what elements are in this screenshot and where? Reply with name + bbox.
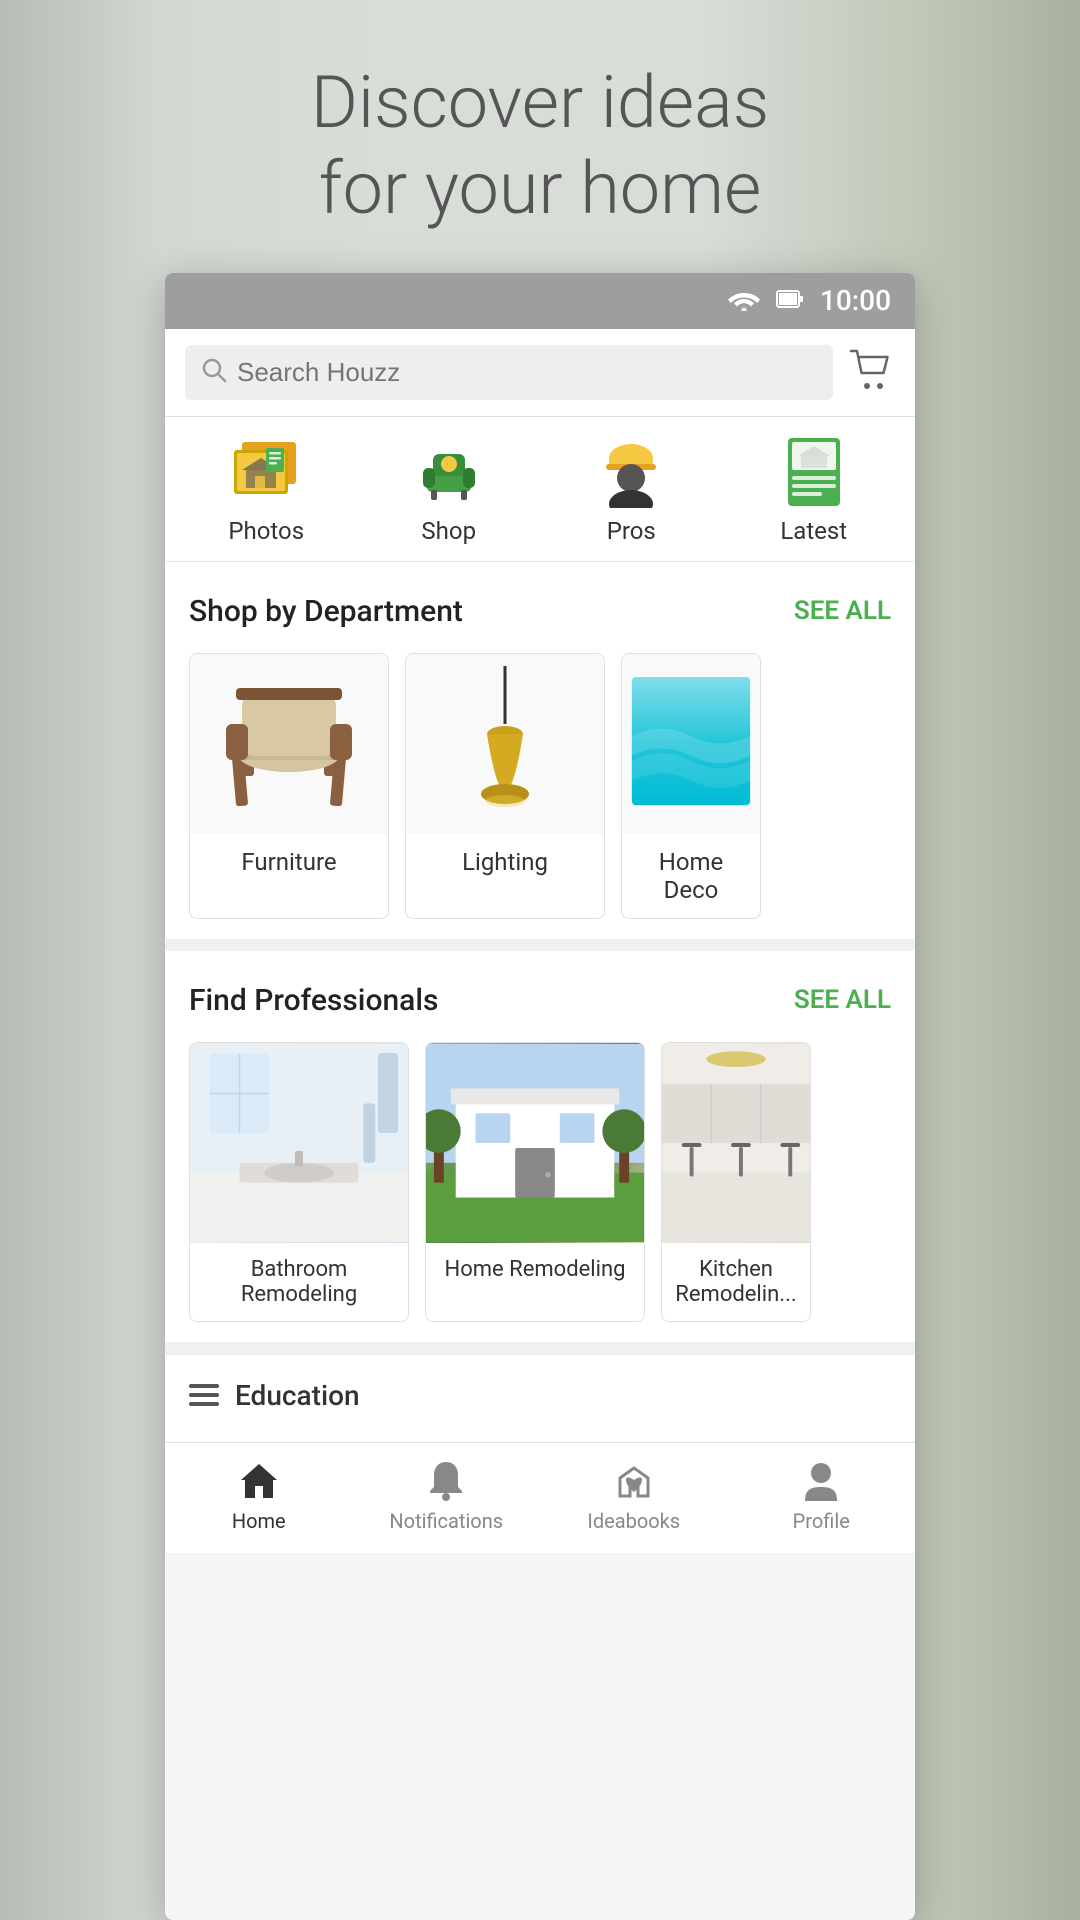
battery-icon bbox=[776, 288, 804, 314]
discover-title: Discover ideas for your home bbox=[311, 60, 770, 233]
search-area bbox=[165, 329, 915, 417]
home-svg bbox=[426, 1043, 644, 1243]
prof-card-home-label: Home Remodeling bbox=[426, 1243, 644, 1296]
main-content: Shop by Department SEE ALL bbox=[165, 562, 915, 1442]
kitchen-image bbox=[662, 1043, 810, 1243]
wifi-icon bbox=[728, 287, 760, 315]
app-container: 10:00 bbox=[165, 273, 915, 1920]
shop-by-dept-section: Shop by Department SEE ALL bbox=[165, 562, 915, 939]
prof-cards: Bathroom Remodeling bbox=[189, 1042, 891, 1322]
partial-education-section: Education bbox=[165, 1354, 915, 1422]
bottom-nav-home[interactable]: Home bbox=[165, 1459, 353, 1533]
section-divider-1 bbox=[165, 939, 915, 951]
status-bar: 10:00 bbox=[165, 273, 915, 329]
bottom-nav-notifications-label: Notifications bbox=[389, 1509, 503, 1533]
search-input-wrap[interactable] bbox=[185, 345, 833, 400]
partial-section-title: Education bbox=[235, 1379, 360, 1412]
nav-icon-shop[interactable]: Shop bbox=[358, 437, 541, 545]
home-remodeling-image bbox=[426, 1043, 644, 1243]
bathroom-svg bbox=[190, 1043, 408, 1243]
search-input[interactable] bbox=[237, 357, 817, 388]
bottom-nav: Home Notifications Ideabooks bbox=[165, 1442, 915, 1553]
shop-icon bbox=[411, 438, 487, 506]
find-pros-section: Find Professionals SEE ALL bbox=[165, 951, 915, 1342]
bottom-nav-home-label: Home bbox=[232, 1509, 286, 1533]
dept-card-furniture[interactable]: Furniture bbox=[189, 653, 389, 919]
lighting-lamp-svg bbox=[420, 666, 590, 821]
nav-icon-pros-label: Pros bbox=[607, 517, 656, 545]
cart-icon[interactable] bbox=[849, 349, 895, 395]
notifications-nav-icon bbox=[421, 1459, 471, 1503]
pros-icon bbox=[598, 436, 664, 508]
home-nav-icon bbox=[234, 1459, 284, 1503]
homedeco-svg bbox=[622, 666, 760, 821]
nav-icon-shop-label: Shop bbox=[421, 517, 476, 545]
shop-dept-title: Shop by Department bbox=[189, 594, 463, 629]
kitchen-svg bbox=[662, 1043, 810, 1243]
nav-icon-pros[interactable]: Pros bbox=[540, 437, 723, 545]
furniture-chair-svg bbox=[204, 666, 374, 821]
nav-icon-photos[interactable]: Photos bbox=[175, 437, 358, 545]
shop-dept-see-all[interactable]: SEE ALL bbox=[794, 596, 891, 626]
lighting-image bbox=[406, 654, 604, 834]
bottom-nav-profile[interactable]: Profile bbox=[728, 1459, 916, 1533]
nav-icon-latest-label: Latest bbox=[780, 517, 847, 545]
shop-dept-header: Shop by Department SEE ALL bbox=[189, 594, 891, 629]
find-pros-title: Find Professionals bbox=[189, 983, 438, 1018]
dept-card-homedeco[interactable]: Home Deco bbox=[621, 653, 761, 919]
search-icon bbox=[201, 357, 227, 387]
prof-card-home[interactable]: Home Remodeling bbox=[425, 1042, 645, 1322]
bottom-nav-profile-label: Profile bbox=[793, 1509, 850, 1533]
homedeco-image bbox=[622, 654, 760, 834]
find-pros-see-all[interactable]: SEE ALL bbox=[794, 985, 891, 1015]
discover-header: Discover ideas for your home bbox=[231, 0, 850, 273]
prof-card-bathroom[interactable]: Bathroom Remodeling bbox=[189, 1042, 409, 1322]
profile-nav-icon bbox=[796, 1459, 846, 1503]
dept-cards: Furniture bbox=[189, 653, 891, 919]
furniture-image bbox=[190, 654, 388, 834]
menu-lines-icon bbox=[189, 1384, 219, 1406]
dept-card-lighting-label: Lighting bbox=[406, 834, 604, 890]
bottom-nav-notifications[interactable]: Notifications bbox=[353, 1459, 541, 1533]
dept-card-homedeco-label: Home Deco bbox=[622, 834, 760, 918]
prof-card-kitchen-label: Kitchen Remodelin... bbox=[662, 1243, 810, 1321]
dept-card-lighting[interactable]: Lighting bbox=[405, 653, 605, 919]
status-time: 10:00 bbox=[820, 284, 891, 317]
prof-card-kitchen[interactable]: Kitchen Remodelin... bbox=[661, 1042, 811, 1322]
bottom-nav-ideabooks-label: Ideabooks bbox=[587, 1509, 680, 1533]
nav-icon-latest[interactable]: Latest bbox=[723, 437, 906, 545]
section-divider-2 bbox=[165, 1342, 915, 1354]
prof-card-bathroom-label: Bathroom Remodeling bbox=[190, 1243, 408, 1321]
bathroom-image bbox=[190, 1043, 408, 1243]
dept-card-furniture-label: Furniture bbox=[190, 834, 388, 890]
find-pros-header: Find Professionals SEE ALL bbox=[189, 983, 891, 1018]
latest-icon bbox=[784, 434, 844, 510]
photos-icon bbox=[228, 438, 304, 506]
nav-icons-row: Photos bbox=[165, 417, 915, 562]
bottom-nav-ideabooks[interactable]: Ideabooks bbox=[540, 1459, 728, 1533]
nav-icon-photos-label: Photos bbox=[228, 517, 304, 545]
ideabooks-nav-icon bbox=[609, 1459, 659, 1503]
